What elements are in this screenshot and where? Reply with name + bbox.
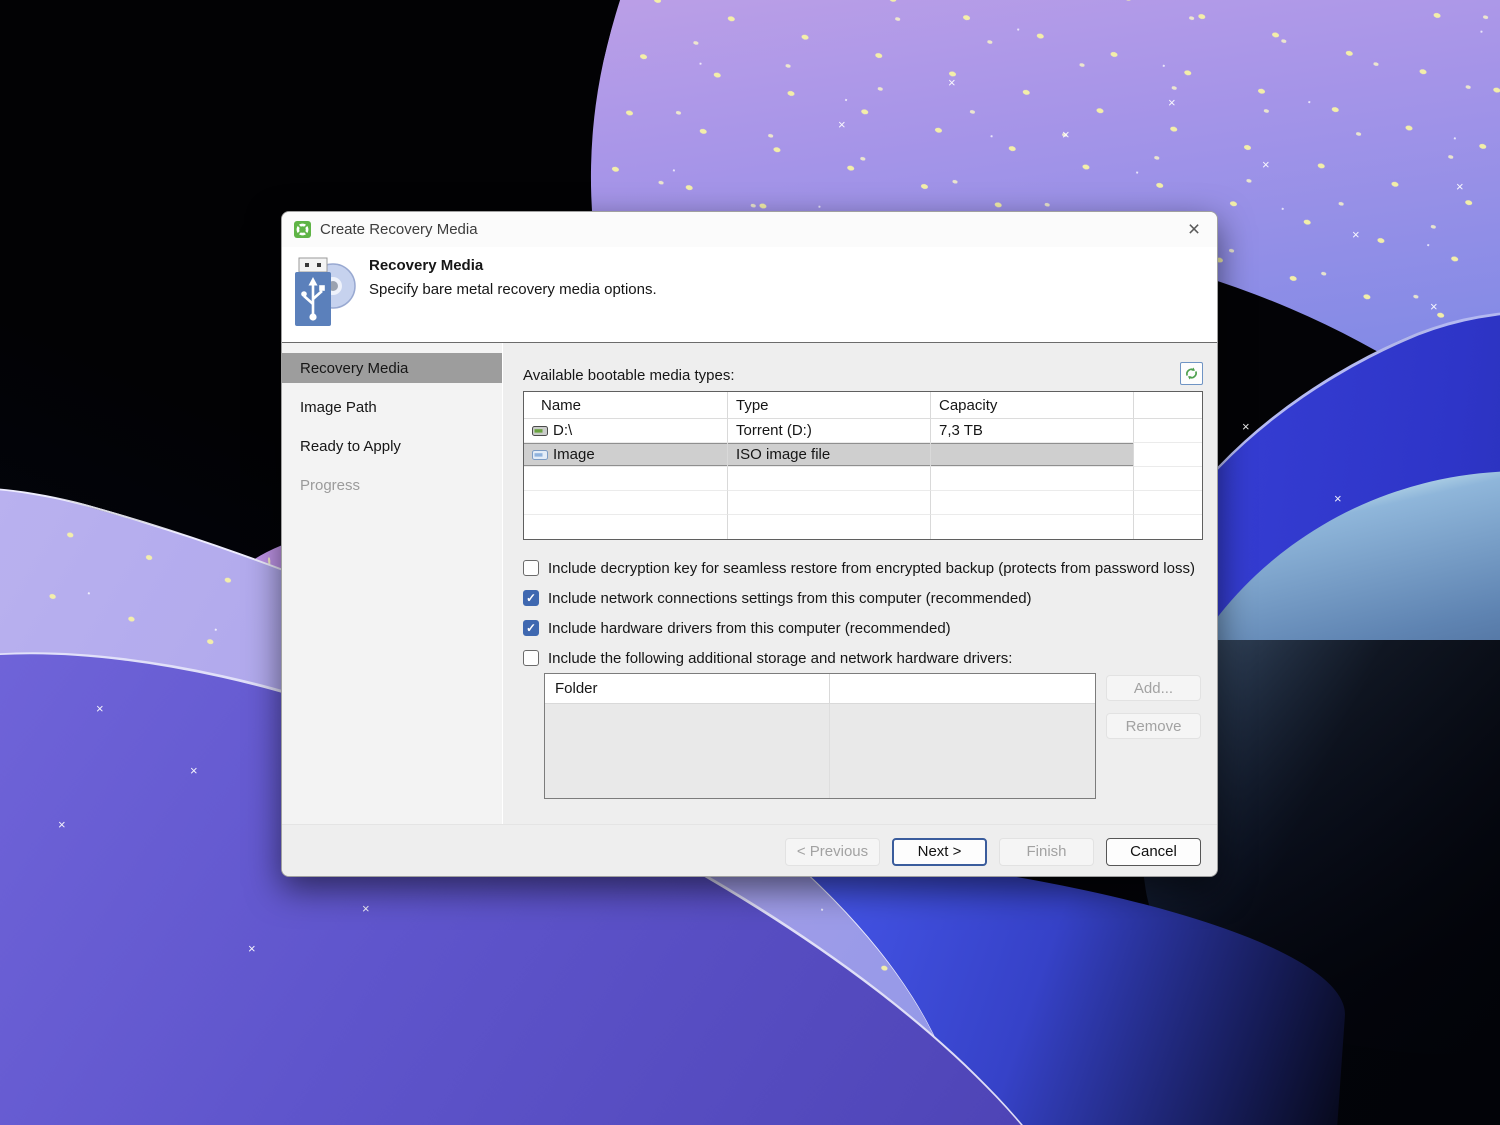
- option-hardware-drivers[interactable]: ✓ Include hardware drivers from this com…: [523, 613, 1203, 643]
- column-header-capacity[interactable]: Capacity: [931, 392, 1134, 419]
- checkbox-label: Include network connections settings fro…: [548, 589, 1032, 607]
- checkbox-label: Include decryption key for seamless rest…: [548, 559, 1195, 577]
- bootable-media-table[interactable]: Name Type Capacity D:\ Torrent (D:) 7,3 …: [523, 391, 1203, 540]
- option-additional-drivers[interactable]: Include the following additional storage…: [523, 643, 1203, 673]
- cell-blank: [1134, 443, 1202, 467]
- table-row-empty[interactable]: [524, 491, 1202, 515]
- cell-name: Image: [553, 446, 595, 463]
- refresh-icon[interactable]: [1180, 362, 1203, 385]
- sparkle-mark: ×: [1430, 299, 1438, 314]
- table-row-empty[interactable]: [524, 515, 1202, 539]
- finish-button[interactable]: Finish: [999, 837, 1094, 866]
- wizard-steps-sidebar: Recovery Media Image Path Ready to Apply…: [282, 343, 503, 824]
- sparkle-mark: ×: [1062, 127, 1070, 142]
- sidebar-item-image-path[interactable]: Image Path: [282, 392, 502, 422]
- cancel-button[interactable]: Cancel: [1106, 837, 1201, 866]
- option-network-settings[interactable]: ✓ Include network connections settings f…: [523, 583, 1203, 613]
- folder-table-body: [545, 704, 1095, 798]
- sidebar-item-recovery-media[interactable]: Recovery Media: [282, 353, 502, 383]
- sparkle-mark: ×: [1168, 95, 1176, 110]
- cell-blank: [1134, 419, 1202, 443]
- remove-button[interactable]: Remove: [1106, 713, 1201, 739]
- options-group: Include decryption key for seamless rest…: [523, 553, 1203, 673]
- sparkle-mark: ×: [1262, 157, 1270, 172]
- add-button[interactable]: Add...: [1106, 675, 1201, 701]
- cell-name: D:\: [553, 422, 573, 439]
- checkbox-decryption-key[interactable]: [523, 560, 539, 576]
- title-bar: Create Recovery Media ×: [282, 212, 1217, 247]
- additional-drivers-section: Folder Add... Remove: [523, 673, 1203, 799]
- sparkle-mark: ×: [838, 117, 846, 132]
- cell-capacity: [931, 443, 1134, 467]
- sparkle-mark: ×: [96, 701, 104, 716]
- sparkle-mark: ×: [1352, 227, 1360, 242]
- create-recovery-media-window: Create Recovery Media × Recovery Media S…: [281, 211, 1218, 877]
- close-icon[interactable]: ×: [1179, 217, 1209, 243]
- cell-type: Torrent (D:): [728, 419, 931, 443]
- window-title: Create Recovery Media: [320, 221, 478, 238]
- sparkle-mark: ×: [948, 75, 956, 90]
- sparkle-mark: ×: [362, 901, 370, 916]
- table-header-row: Name Type Capacity: [524, 392, 1202, 419]
- cell-capacity: 7,3 TB: [931, 419, 1134, 443]
- usb-disc-icon: [292, 253, 356, 335]
- wizard-content: Available bootable media types: Name Typ…: [503, 343, 1217, 824]
- sidebar-item-ready-to-apply[interactable]: Ready to Apply: [282, 431, 502, 461]
- wizard-header: Recovery Media Specify bare metal recove…: [282, 247, 1217, 343]
- sparkle-mark: ×: [1334, 491, 1342, 506]
- app-icon: [294, 221, 311, 238]
- option-decryption-key[interactable]: Include decryption key for seamless rest…: [523, 553, 1203, 583]
- page-subtitle: Specify bare metal recovery media option…: [369, 281, 657, 298]
- folder-table-header: Folder: [545, 674, 1095, 704]
- available-media-row: Available bootable media types:: [523, 362, 1203, 385]
- sparkle-mark: ×: [190, 763, 198, 778]
- desktop-wallpaper: × × × × × × × × × × × × × × × Create Rec…: [0, 0, 1500, 1125]
- checkbox-additional-drivers[interactable]: [523, 650, 539, 666]
- wizard-footer: < Previous Next > Finish Cancel: [282, 824, 1217, 876]
- sparkle-mark: ×: [1456, 179, 1464, 194]
- page-title: Recovery Media: [369, 257, 484, 274]
- next-button[interactable]: Next >: [892, 837, 987, 866]
- previous-button[interactable]: < Previous: [785, 837, 880, 866]
- cell-type: ISO image file: [728, 443, 931, 467]
- sparkle-mark: ×: [248, 941, 256, 956]
- checkbox-label: Include hardware drivers from this compu…: [548, 619, 951, 637]
- column-header-name[interactable]: Name: [524, 392, 728, 419]
- driver-folders-table[interactable]: Folder: [544, 673, 1096, 799]
- column-header-type[interactable]: Type: [728, 392, 931, 419]
- sidebar-item-progress: Progress: [300, 476, 361, 494]
- hard-drive-icon: [532, 425, 548, 436]
- column-header-blank: [1134, 392, 1202, 419]
- wizard-body: Recovery Media Image Path Ready to Apply…: [282, 343, 1217, 824]
- available-media-label: Available bootable media types:: [523, 367, 735, 384]
- driver-buttons: Add... Remove: [1106, 673, 1201, 739]
- table-row-empty[interactable]: [524, 467, 1202, 491]
- sparkle-mark: ×: [1242, 419, 1250, 434]
- table-row-iso-image[interactable]: Image ISO image file: [524, 443, 1202, 467]
- checkbox-network-settings[interactable]: ✓: [523, 590, 539, 606]
- sparkle-mark: ×: [58, 817, 66, 832]
- checkbox-hardware-drivers[interactable]: ✓: [523, 620, 539, 636]
- column-header-folder: Folder: [545, 674, 830, 703]
- image-drive-icon: [532, 449, 548, 460]
- checkbox-label: Include the following additional storage…: [548, 649, 1013, 667]
- table-row-drive-d[interactable]: D:\ Torrent (D:) 7,3 TB: [524, 419, 1202, 443]
